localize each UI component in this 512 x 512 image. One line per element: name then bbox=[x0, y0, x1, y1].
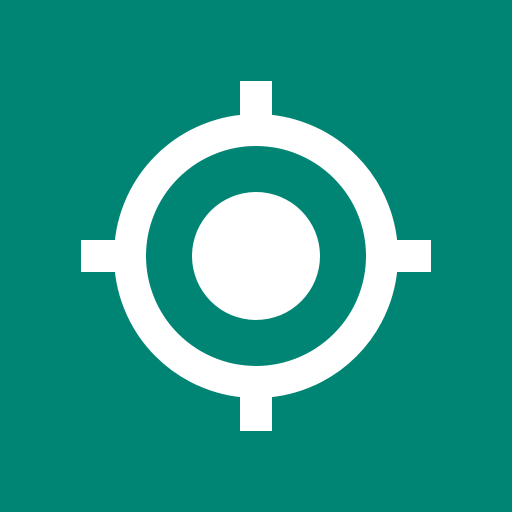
location-crosshair-icon bbox=[81, 81, 431, 431]
crosshair-center-dot bbox=[192, 192, 320, 320]
app-icon-tile[interactable] bbox=[0, 0, 512, 512]
